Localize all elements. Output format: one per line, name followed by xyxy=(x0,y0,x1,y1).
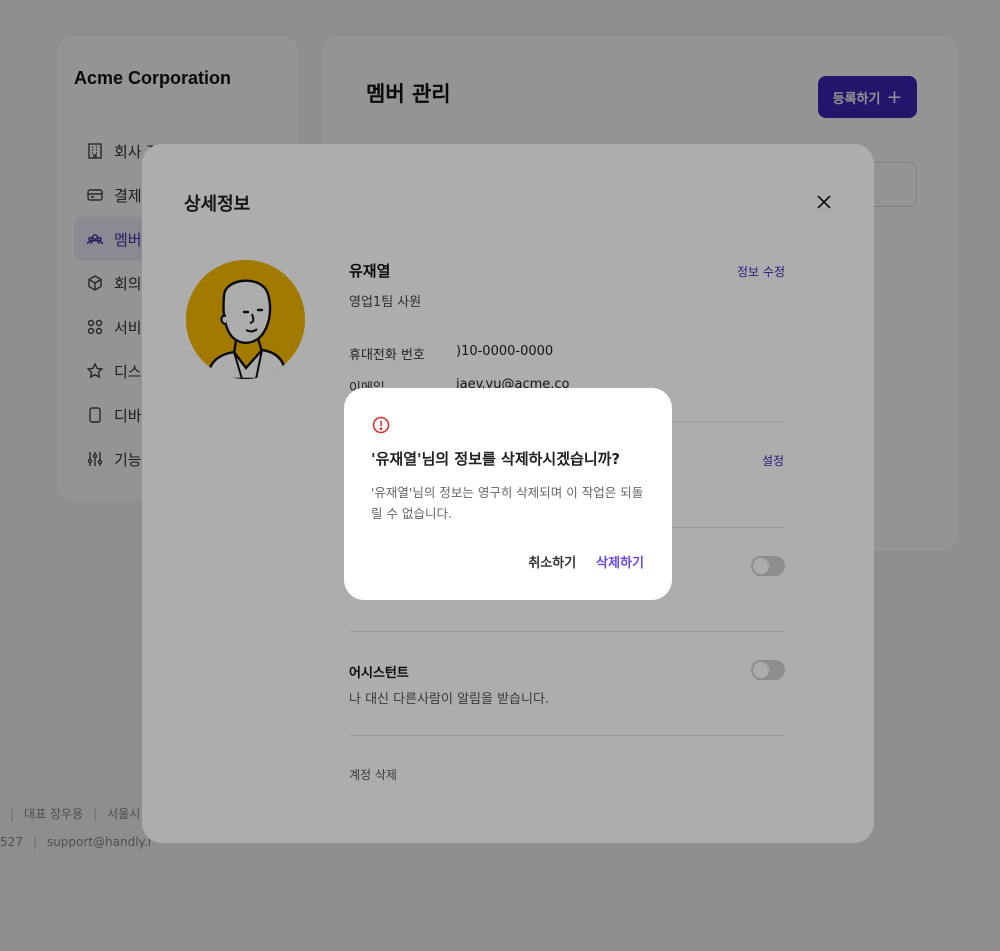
assistant-toggle[interactable] xyxy=(751,660,785,680)
delete-account-link[interactable]: 계정 삭제 xyxy=(349,766,397,783)
phone-label: 휴대전화 번호 xyxy=(349,348,425,363)
divider xyxy=(349,631,785,632)
delete-confirm-dialog: '유재열'님의 정보를 삭제하시겠습니까? '유재열'님의 정보는 영구히 삭제… xyxy=(344,388,672,600)
assistant-title: 어시스턴트 xyxy=(349,666,409,681)
close-icon xyxy=(817,195,831,209)
phone-value: )10-0000-0000 xyxy=(456,344,554,359)
divider xyxy=(349,735,785,736)
confirm-title: '유재열'님의 정보를 삭제하시겠습니까? xyxy=(371,450,621,468)
edit-info-link[interactable]: 정보 수정 xyxy=(737,263,785,280)
delete-button[interactable]: 삭제하기 xyxy=(596,552,644,571)
avatar-illustration xyxy=(186,260,305,379)
notification-toggle[interactable] xyxy=(751,556,785,576)
confirm-actions: 취소하기 삭제하기 xyxy=(528,552,644,571)
cancel-button[interactable]: 취소하기 xyxy=(528,552,576,571)
modal-title: 상세정보 xyxy=(184,194,251,215)
confirm-message: '유재열'님의 정보는 영구히 삭제되며 이 작업은 되돌릴 수 없습니다. xyxy=(371,485,644,521)
settings-link[interactable]: 설정 xyxy=(762,452,784,469)
phone-row: 휴대전화 번호 )10-0000-0000 xyxy=(349,344,785,363)
alert-icon xyxy=(372,416,390,434)
member-role: 영업1팀 사원 xyxy=(349,295,422,310)
profile-section: 유재열 정보 수정 영업1팀 사원 휴대전화 번호 )10-0000-0000 … xyxy=(349,260,785,396)
assistant-description: 나 대신 다른사람이 알림을 받습니다. xyxy=(349,692,550,707)
avatar xyxy=(186,260,305,379)
member-name: 유재열 xyxy=(349,262,391,280)
close-button[interactable] xyxy=(812,190,836,214)
